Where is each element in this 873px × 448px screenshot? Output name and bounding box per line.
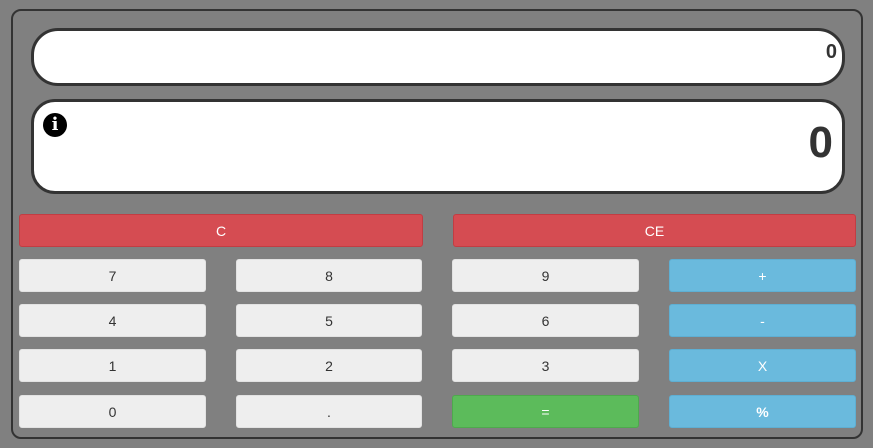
digit-0-button[interactable]: 0 [19,395,206,428]
minus-button[interactable]: - [669,304,856,337]
digit-2-button[interactable]: 2 [236,349,422,382]
multiply-button[interactable]: X [669,349,856,382]
digit-5-button[interactable]: 5 [236,304,422,337]
clear-button[interactable]: C [19,214,423,247]
result-value: 0 [808,118,833,167]
digit-4-button[interactable]: 4 [19,304,206,337]
digit-1-button[interactable]: 1 [19,349,206,382]
result-display: i 0 [31,99,845,194]
expression-value: 0 [825,41,837,63]
decimal-button[interactable]: . [236,395,422,428]
plus-button[interactable]: + [669,259,856,292]
expression-display: 0 [31,28,845,86]
info-circle-icon[interactable]: i [43,113,67,137]
clear-entry-button[interactable]: CE [453,214,856,247]
digit-3-button[interactable]: 3 [452,349,639,382]
digit-7-button[interactable]: 7 [19,259,206,292]
digit-9-button[interactable]: 9 [452,259,639,292]
percent-button[interactable]: % [669,395,856,428]
digit-6-button[interactable]: 6 [452,304,639,337]
digit-8-button[interactable]: 8 [236,259,422,292]
equals-button[interactable]: = [452,395,639,428]
